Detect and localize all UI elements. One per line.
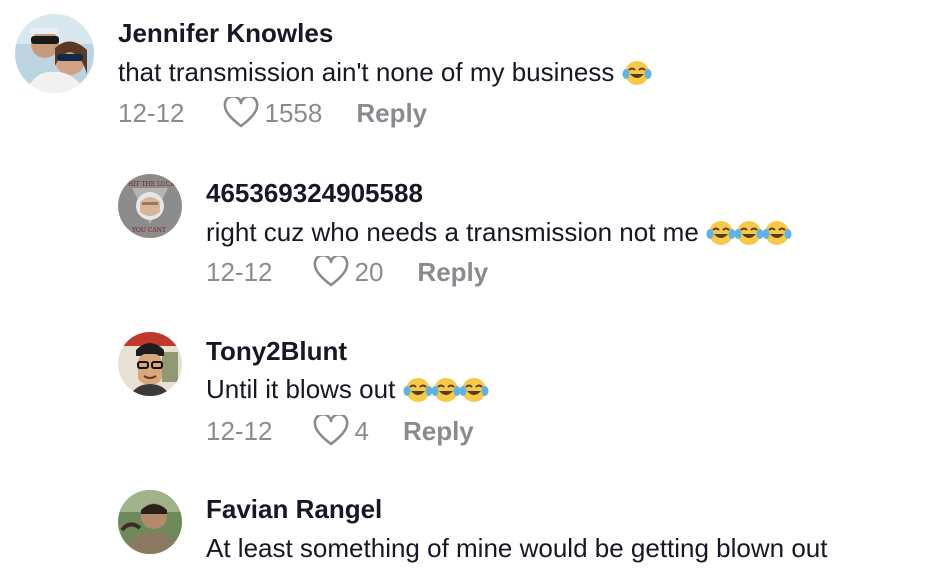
comment-text-body: that transmission ain't none of my busin… xyxy=(118,57,615,87)
like-count: 20 xyxy=(354,256,384,287)
comment-date: 12-12 xyxy=(118,97,185,128)
comment-text-body: right cuz who needs a transmission not m… xyxy=(206,217,699,247)
comment-meta: 12-12 20 Reply xyxy=(206,255,488,289)
heart-outline-icon xyxy=(223,97,258,128)
comment-date: 12-12 xyxy=(206,415,273,446)
heart-outline-icon xyxy=(313,256,348,287)
svg-text:HIT THE LUCK: HIT THE LUCK xyxy=(128,181,175,188)
face-with-tears-of-joy-icon xyxy=(706,220,792,253)
like-button[interactable]: 4 xyxy=(313,415,369,447)
like-count: 1558 xyxy=(264,97,323,128)
comment-text: At least something of mine would be gett… xyxy=(206,532,828,564)
avatar[interactable] xyxy=(118,490,182,554)
comment-text: that transmission ain't none of my busin… xyxy=(118,56,652,93)
avatar[interactable]: HIT THE LUCK YOU CANT xyxy=(118,174,182,238)
reply-button[interactable]: Reply xyxy=(417,257,488,288)
comment-text-body: At least something of mine would be gett… xyxy=(206,533,828,563)
heart-outline-icon xyxy=(313,415,348,446)
comment-meta: 12-12 1558 Reply xyxy=(118,96,427,130)
like-button[interactable]: 1558 xyxy=(223,97,323,129)
username[interactable]: Favian Rangel xyxy=(206,494,382,524)
avatar[interactable] xyxy=(118,332,182,396)
comment-date: 12-12 xyxy=(206,256,273,287)
username[interactable]: 465369324905588 xyxy=(206,178,423,208)
avatar[interactable] xyxy=(15,14,94,93)
like-count: 4 xyxy=(354,415,369,446)
username[interactable]: Tony2Blunt xyxy=(206,336,347,366)
like-button[interactable]: 20 xyxy=(313,256,384,288)
username[interactable]: Jennifer Knowles xyxy=(118,18,333,48)
comment-text: Until it blows out xyxy=(206,373,489,410)
comment-text-body: Until it blows out xyxy=(206,374,396,404)
reply-button[interactable]: Reply xyxy=(403,416,474,447)
face-with-tears-of-joy-icon xyxy=(403,377,489,410)
svg-text:YOU CANT: YOU CANT xyxy=(131,227,166,234)
face-with-tears-of-joy-icon xyxy=(622,60,652,93)
comment-text: right cuz who needs a transmission not m… xyxy=(206,216,792,253)
comment-meta: 12-12 4 Reply xyxy=(206,414,474,448)
reply-button[interactable]: Reply xyxy=(356,98,427,129)
